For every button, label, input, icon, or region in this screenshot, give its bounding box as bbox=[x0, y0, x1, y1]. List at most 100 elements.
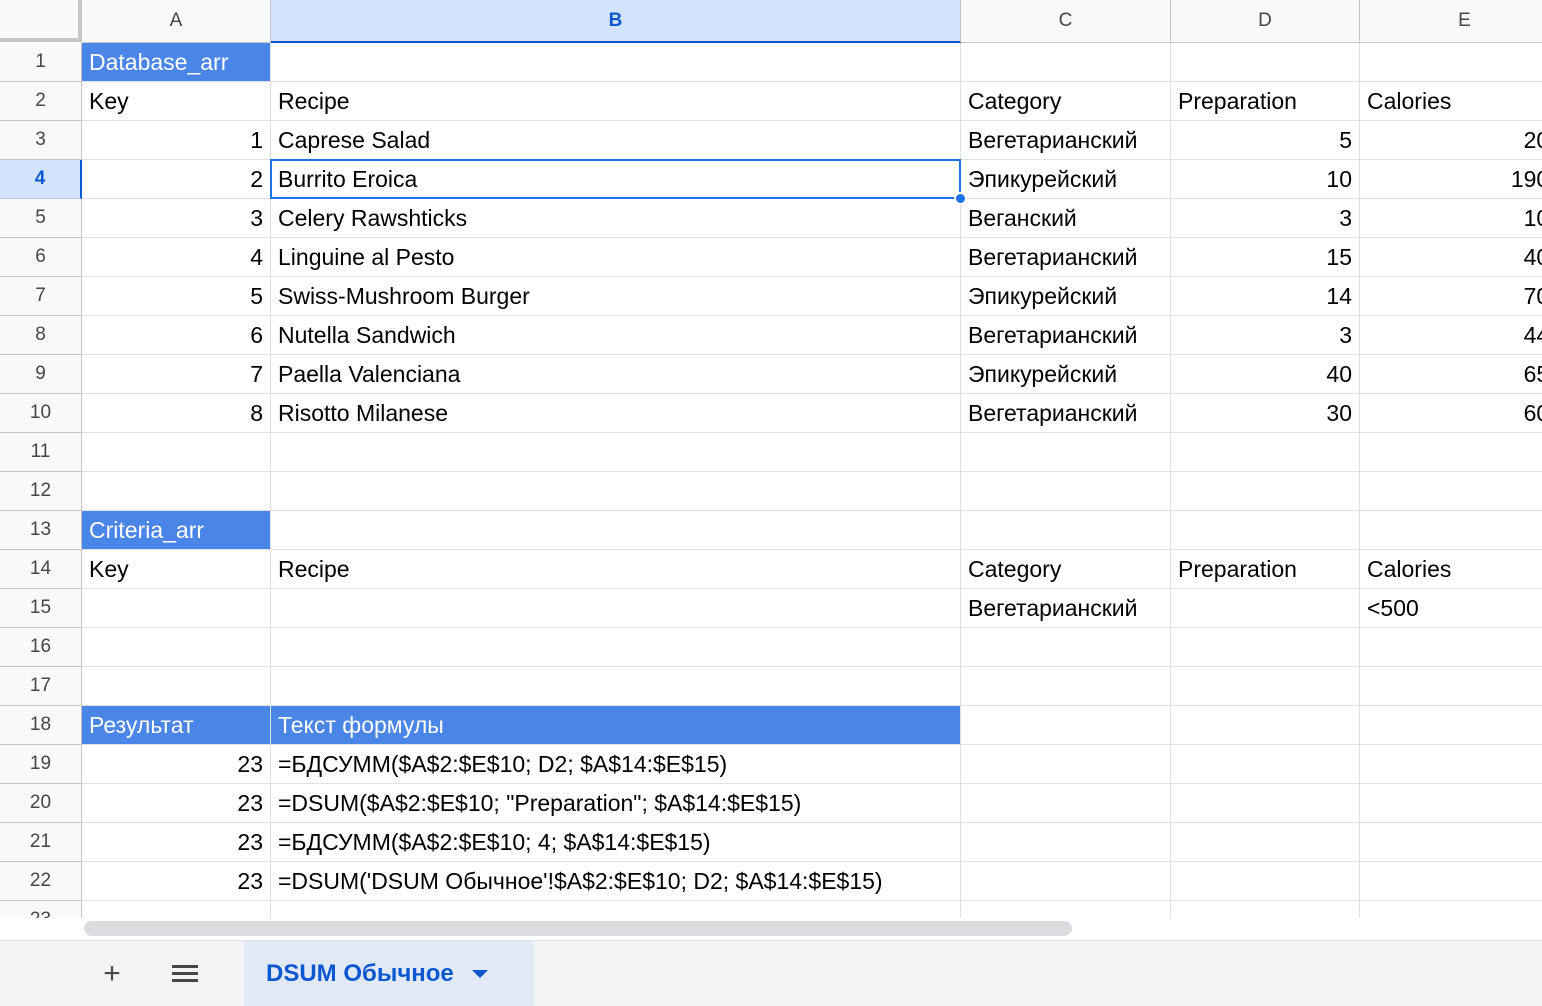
cell-b17[interactable] bbox=[271, 667, 961, 706]
select-all-corner[interactable] bbox=[0, 0, 82, 42]
cell-c20[interactable] bbox=[961, 784, 1171, 823]
cell-b2[interactable]: Recipe bbox=[271, 82, 961, 121]
cell-c1[interactable] bbox=[961, 43, 1171, 82]
cell-e5[interactable]: 100 bbox=[1360, 199, 1542, 238]
cell-a4[interactable]: 2 bbox=[82, 160, 271, 199]
cell-c9[interactable]: Эпикурейский bbox=[961, 355, 1171, 394]
cell-a1[interactable]: Database_arr bbox=[82, 43, 271, 82]
cell-d18[interactable] bbox=[1171, 706, 1360, 745]
cell-a7[interactable]: 5 bbox=[82, 277, 271, 316]
cell-b15[interactable] bbox=[271, 589, 961, 628]
cell-c7[interactable]: Эпикурейский bbox=[961, 277, 1171, 316]
cell-a9[interactable]: 7 bbox=[82, 355, 271, 394]
cell-d15[interactable] bbox=[1171, 589, 1360, 628]
cell-d19[interactable] bbox=[1171, 745, 1360, 784]
cell-a23[interactable] bbox=[82, 901, 271, 918]
row-header-22[interactable]: 22 bbox=[0, 862, 82, 901]
cell-e17[interactable] bbox=[1360, 667, 1542, 706]
cell-e1[interactable] bbox=[1360, 43, 1542, 82]
scrollbar-thumb[interactable] bbox=[84, 921, 1072, 936]
cell-a2[interactable]: Key bbox=[82, 82, 271, 121]
row-header-11[interactable]: 11 bbox=[0, 433, 82, 472]
cell-c18[interactable] bbox=[961, 706, 1171, 745]
row-header-18[interactable]: 18 bbox=[0, 706, 82, 745]
cell-b21[interactable]: =БДСУММ($A$2:$E$10; 4; $A$14:$E$15) bbox=[271, 823, 961, 862]
column-header-d[interactable]: D bbox=[1171, 0, 1360, 43]
cell-e16[interactable] bbox=[1360, 628, 1542, 667]
cell-b7[interactable]: Swiss-Mushroom Burger bbox=[271, 277, 961, 316]
cell-a15[interactable] bbox=[82, 589, 271, 628]
row-header-20[interactable]: 20 bbox=[0, 784, 82, 823]
cell-b13[interactable] bbox=[271, 511, 961, 550]
row-header-4[interactable]: 4 bbox=[0, 160, 82, 199]
cell-d1[interactable] bbox=[1171, 43, 1360, 82]
all-sheets-button[interactable] bbox=[160, 941, 210, 1006]
cell-c10[interactable]: Вегетарианский bbox=[961, 394, 1171, 433]
row-header-8[interactable]: 8 bbox=[0, 316, 82, 355]
cell-d20[interactable] bbox=[1171, 784, 1360, 823]
column-header-b[interactable]: B bbox=[271, 0, 961, 43]
cell-e11[interactable] bbox=[1360, 433, 1542, 472]
column-header-c[interactable]: C bbox=[961, 0, 1171, 43]
cell-c17[interactable] bbox=[961, 667, 1171, 706]
cell-b20[interactable]: =DSUM($A$2:$E$10; "Preparation"; $A$14:$… bbox=[271, 784, 961, 823]
cell-a20[interactable]: 23 bbox=[82, 784, 271, 823]
cell-d9[interactable]: 40 bbox=[1171, 355, 1360, 394]
row-header-16[interactable]: 16 bbox=[0, 628, 82, 667]
row-header-19[interactable]: 19 bbox=[0, 745, 82, 784]
horizontal-scrollbar[interactable] bbox=[0, 918, 1542, 940]
cell-b12[interactable] bbox=[271, 472, 961, 511]
cell-b9[interactable]: Paella Valenciana bbox=[271, 355, 961, 394]
column-header-e[interactable]: E bbox=[1360, 0, 1542, 43]
cell-d23[interactable] bbox=[1171, 901, 1360, 918]
cell-a6[interactable]: 4 bbox=[82, 238, 271, 277]
cell-a3[interactable]: 1 bbox=[82, 121, 271, 160]
cell-b4[interactable]: Burrito Eroica bbox=[271, 160, 961, 199]
cell-c16[interactable] bbox=[961, 628, 1171, 667]
cell-e15[interactable]: <500 bbox=[1360, 589, 1542, 628]
cell-a12[interactable] bbox=[82, 472, 271, 511]
row-header-12[interactable]: 12 bbox=[0, 472, 82, 511]
cell-e8[interactable]: 440 bbox=[1360, 316, 1542, 355]
row-header-15[interactable]: 15 bbox=[0, 589, 82, 628]
cell-b8[interactable]: Nutella Sandwich bbox=[271, 316, 961, 355]
cell-b23[interactable] bbox=[271, 901, 961, 918]
row-header-1[interactable]: 1 bbox=[0, 43, 82, 82]
cell-d10[interactable]: 30 bbox=[1171, 394, 1360, 433]
cell-a14[interactable]: Key bbox=[82, 550, 271, 589]
cell-c11[interactable] bbox=[961, 433, 1171, 472]
cell-e9[interactable]: 650 bbox=[1360, 355, 1542, 394]
cell-e20[interactable] bbox=[1360, 784, 1542, 823]
cell-e14[interactable]: Calories bbox=[1360, 550, 1542, 589]
cell-e6[interactable]: 400 bbox=[1360, 238, 1542, 277]
cell-e19[interactable] bbox=[1360, 745, 1542, 784]
add-sheet-button[interactable]: + bbox=[87, 941, 137, 1006]
row-header-3[interactable]: 3 bbox=[0, 121, 82, 160]
cell-d5[interactable]: 3 bbox=[1171, 199, 1360, 238]
cell-e12[interactable] bbox=[1360, 472, 1542, 511]
cell-c19[interactable] bbox=[961, 745, 1171, 784]
cell-d4[interactable]: 10 bbox=[1171, 160, 1360, 199]
cell-c15[interactable]: Вегетарианский bbox=[961, 589, 1171, 628]
cell-e13[interactable] bbox=[1360, 511, 1542, 550]
cell-e4[interactable]: 1900 bbox=[1360, 160, 1542, 199]
cell-c21[interactable] bbox=[961, 823, 1171, 862]
cell-d7[interactable]: 14 bbox=[1171, 277, 1360, 316]
cell-b5[interactable]: Celery Rawshticks bbox=[271, 199, 961, 238]
cell-e7[interactable]: 700 bbox=[1360, 277, 1542, 316]
cell-c22[interactable] bbox=[961, 862, 1171, 901]
row-header-10[interactable]: 10 bbox=[0, 394, 82, 433]
cell-c2[interactable]: Category bbox=[961, 82, 1171, 121]
cell-a17[interactable] bbox=[82, 667, 271, 706]
cell-d14[interactable]: Preparation bbox=[1171, 550, 1360, 589]
cell-d17[interactable] bbox=[1171, 667, 1360, 706]
cell-d8[interactable]: 3 bbox=[1171, 316, 1360, 355]
cell-b3[interactable]: Caprese Salad bbox=[271, 121, 961, 160]
cell-d3[interactable]: 5 bbox=[1171, 121, 1360, 160]
cell-a5[interactable]: 3 bbox=[82, 199, 271, 238]
cell-d11[interactable] bbox=[1171, 433, 1360, 472]
cell-e3[interactable]: 200 bbox=[1360, 121, 1542, 160]
cell-e10[interactable]: 600 bbox=[1360, 394, 1542, 433]
cell-e2[interactable]: Calories bbox=[1360, 82, 1542, 121]
cell-a21[interactable]: 23 bbox=[82, 823, 271, 862]
